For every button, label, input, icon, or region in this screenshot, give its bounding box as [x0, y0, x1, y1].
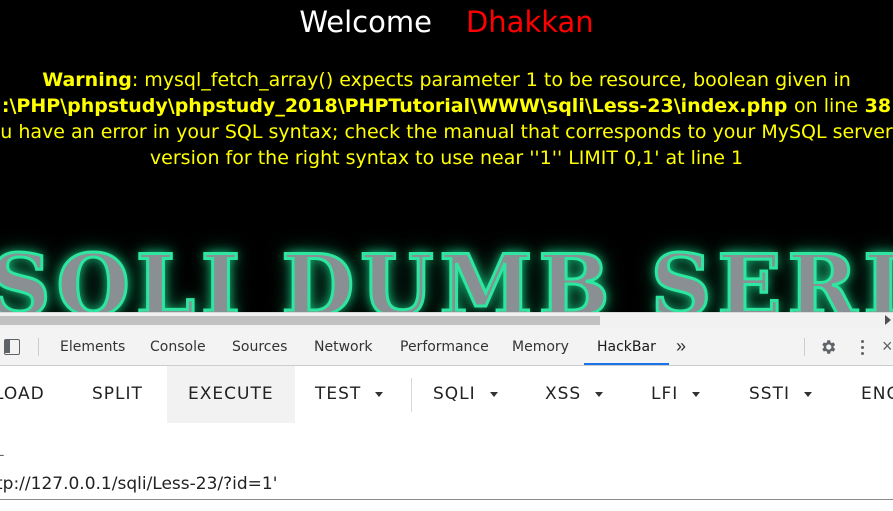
- hackbar-toolbar: LOAD SPLIT EXECUTE TEST SQLI XSS LFI SST…: [0, 366, 893, 423]
- welcome-label: Welcome: [299, 5, 432, 39]
- welcome-username: Dhakkan: [465, 5, 594, 39]
- close-icon[interactable]: ×: [882, 336, 893, 357]
- url-input[interactable]: [0, 468, 893, 500]
- kebab-menu-icon[interactable]: [859, 338, 865, 356]
- test-dropdown[interactable]: TEST: [315, 366, 384, 423]
- test-label: TEST: [315, 384, 362, 404]
- warning-file-path: :\PHP\phpstudy\phpstudy_2018\PHPTutorial…: [1, 95, 788, 117]
- tab-memory[interactable]: Memory: [512, 328, 569, 365]
- sql-error-line-2: version for the right syntax to use near…: [149, 147, 744, 169]
- horizontal-scrollbar[interactable]: [0, 312, 893, 328]
- ssti-dropdown[interactable]: SSTI: [749, 366, 812, 423]
- tab-separator: [804, 338, 805, 356]
- caret-down-icon: [803, 391, 812, 397]
- caret-down-icon: [375, 391, 384, 397]
- tab-sources[interactable]: Sources: [232, 328, 287, 365]
- more-tabs-icon[interactable]: »: [676, 328, 686, 365]
- devtools-tab-bar: Elements Console Sources Network Perform…: [0, 328, 893, 366]
- dock-side-icon[interactable]: [4, 339, 20, 355]
- tab-network[interactable]: Network: [314, 328, 372, 365]
- sql-error-line-1: u have an error in your SQL syntax; chec…: [0, 121, 893, 143]
- scroll-right-arrow-icon[interactable]: [885, 315, 891, 325]
- encoding-dropdown[interactable]: ENC: [861, 366, 893, 423]
- page-viewport: Welcome Dhakkan Warning: mysql_fetch_arra…: [0, 0, 893, 312]
- tab-hackbar[interactable]: HackBar: [584, 328, 669, 365]
- sqli-label: SQLI: [433, 384, 476, 404]
- url-field-label: L: [0, 444, 4, 460]
- xss-dropdown[interactable]: XSS: [545, 366, 604, 423]
- welcome-heading: Welcome Dhakkan: [0, 4, 893, 40]
- toolbar-divider: [411, 378, 412, 412]
- caret-down-icon: [489, 391, 498, 397]
- warning-label: Warning: [42, 69, 132, 91]
- warning-message: : mysql_fetch_array() expects parameter …: [131, 69, 851, 91]
- ssti-label: SSTI: [749, 384, 790, 404]
- php-warning-line: Warning: mysql_fetch_array() expects par…: [0, 67, 893, 93]
- tab-elements[interactable]: Elements: [60, 328, 125, 365]
- tab-console[interactable]: Console: [150, 328, 206, 365]
- scrollbar-thumb[interactable]: [0, 316, 600, 325]
- settings-gear-icon[interactable]: [819, 338, 837, 356]
- tab-separator: [38, 338, 39, 356]
- caret-down-icon: [595, 391, 604, 397]
- execute-button[interactable]: EXECUTE: [167, 366, 295, 423]
- warning-line-number: 38: [864, 95, 892, 117]
- tab-performance[interactable]: Performance: [400, 328, 489, 365]
- lfi-label: LFI: [651, 384, 679, 404]
- sqli-dumb-series-logo: SQLI DUMB SERIES: [0, 236, 893, 312]
- caret-down-icon: [692, 391, 701, 397]
- split-button[interactable]: SPLIT: [92, 366, 143, 423]
- devtools-panel: Elements Console Sources Network Perform…: [0, 328, 893, 511]
- load-button[interactable]: LOAD: [0, 366, 45, 423]
- xss-label: XSS: [545, 384, 582, 404]
- lfi-dropdown[interactable]: LFI: [651, 366, 701, 423]
- on-line-label: on line: [794, 95, 859, 117]
- sqli-dropdown[interactable]: SQLI: [433, 366, 498, 423]
- php-warning-path-line: :\PHP\phpstudy\phpstudy_2018\PHPTutorial…: [0, 93, 893, 119]
